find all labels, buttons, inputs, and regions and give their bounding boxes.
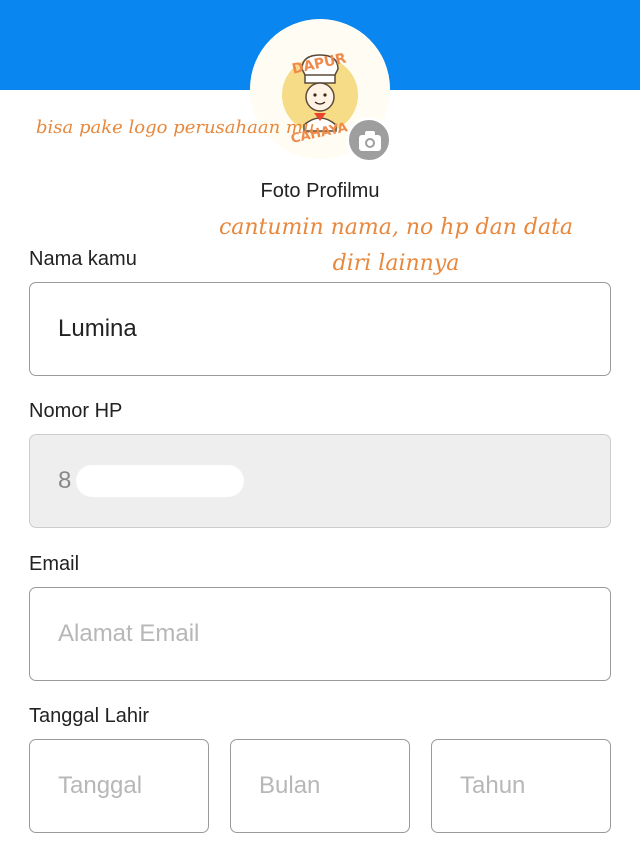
name-label: Nama kamu (29, 248, 137, 270)
phone-value: 8 (58, 467, 72, 494)
birth-month-placeholder: Bulan (259, 772, 321, 799)
email-placeholder: Alamat Email (58, 620, 200, 647)
logo-annotation: bisa pake logo perusahaan mu (36, 117, 315, 138)
phone-field: 8 (29, 434, 611, 528)
data-annotation: cantumin nama, no hp dan data diri lainn… (218, 215, 574, 276)
name-field[interactable]: Lumina (29, 282, 611, 376)
birth-year-placeholder: Tahun (460, 772, 526, 799)
camera-icon (359, 131, 381, 151)
redaction-mark (76, 465, 244, 497)
birth-day-placeholder: Tanggal (58, 772, 143, 799)
birth-day-field[interactable]: Tanggal (29, 739, 209, 833)
phone-label: Nomor HP (29, 400, 123, 422)
name-value: Lumina (58, 315, 137, 342)
birthdate-label: Tanggal Lahir (29, 705, 150, 727)
change-photo-button[interactable] (346, 117, 392, 163)
email-label: Email (29, 553, 80, 575)
email-field[interactable]: Alamat Email (29, 587, 611, 681)
photo-label: Foto Profilmu (260, 180, 380, 202)
birth-year-field[interactable]: Tahun (431, 739, 611, 833)
birth-month-field[interactable]: Bulan (230, 739, 410, 833)
